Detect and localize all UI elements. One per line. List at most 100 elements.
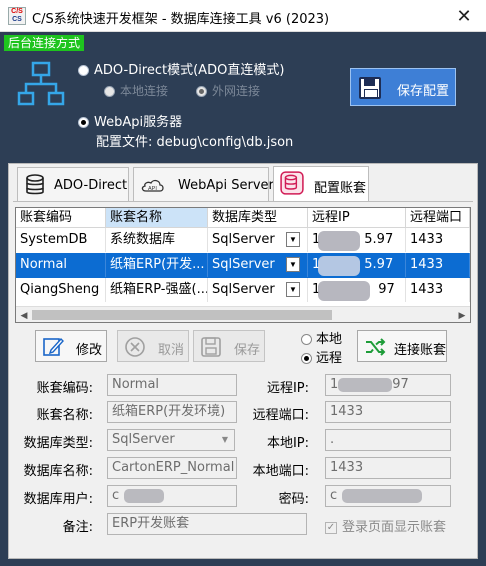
remark-field[interactable]: ERP开发账套 — [107, 513, 307, 535]
tab-ado-direct-label: ADO-Direct — [54, 178, 128, 193]
account-name-field[interactable]: 纸箱ERP(开发环境) — [107, 401, 237, 423]
tab-divider — [13, 201, 473, 202]
tab-ado-direct[interactable]: ADO-Direct — [17, 167, 129, 201]
local-connection-radio[interactable] — [104, 86, 115, 97]
main-panel: ADO-Direct API WebApi Server 配置账套 账套编码 账… — [8, 163, 478, 559]
password-label: 密码: — [278, 492, 309, 507]
ado-direct-radio[interactable] — [78, 65, 89, 76]
scroll-left-icon[interactable]: ◀ — [17, 308, 31, 322]
remote-port-label: 远程端口: — [252, 408, 309, 423]
account-code-label: 账套编码: — [36, 381, 93, 396]
remark-label: 备注: — [62, 520, 93, 535]
remote-ip-label: 远程IP: — [266, 381, 309, 396]
db-user-field[interactable]: c — [107, 485, 237, 507]
external-connection-label: 外网连接 — [212, 84, 261, 98]
table-row-selected[interactable]: Normal 纸箱ERP(开发... SqlServer ▼ 1 5.97 143… — [16, 253, 470, 278]
cell-name: 纸箱ERP(开发... — [106, 253, 208, 277]
database-config-icon — [280, 171, 304, 195]
column-header-remote-port[interactable]: 远程端口 — [406, 208, 470, 228]
edit-label: 修改 — [76, 343, 103, 358]
local-ip-field[interactable]: . — [325, 429, 451, 451]
show-account-checkbox[interactable]: ✓ 登录页面显示账套 — [325, 516, 446, 535]
remote-ip-field[interactable]: 1 97 — [325, 374, 451, 396]
cell-remote-port: 1433 — [406, 253, 470, 277]
chevron-down-icon: ▼ — [289, 235, 297, 244]
db-type-select[interactable]: SqlServer ▼ — [107, 429, 235, 451]
column-header-name[interactable]: 账套名称 — [106, 208, 208, 228]
local-connection-label: 本地连接 — [120, 84, 169, 98]
svg-text:API: API — [148, 186, 157, 192]
dbtype-dropdown-button[interactable]: ▼ — [286, 257, 300, 272]
config-file-line: 配置文件: debug\config\db.json — [96, 131, 293, 150]
close-button[interactable]: ✕ — [452, 4, 476, 28]
column-header-dbtype[interactable]: 数据库类型 — [208, 208, 308, 228]
external-connection-option[interactable]: 外网连接 — [196, 82, 260, 99]
cell-remote-ip-suffix: 97 — [378, 282, 395, 297]
redaction-blur — [124, 489, 164, 503]
password-value: c — [330, 488, 338, 503]
account-code-field[interactable]: Normal — [107, 374, 237, 396]
remote-port-field[interactable]: 1433 — [325, 401, 451, 423]
column-header-remote-ip[interactable]: 远程IP — [308, 208, 406, 228]
horizontal-scrollbar[interactable]: ◀ ▶ — [16, 306, 470, 322]
cell-remote-port: 1433 — [406, 278, 470, 302]
app-logo-text-top: C/S — [11, 8, 23, 15]
checkbox-checked-icon[interactable]: ✓ — [325, 521, 337, 534]
edit-button[interactable]: 修改 — [35, 330, 107, 362]
ado-direct-option[interactable]: ADO-Direct模式(ADO直连模式) — [78, 59, 284, 78]
connect-account-label: 连接账套 — [394, 343, 447, 358]
config-file-path: debug\config\db.json — [156, 135, 294, 150]
db-user-label: 数据库用户: — [23, 492, 93, 507]
db-name-field[interactable]: CartonERP_Normal — [107, 457, 237, 479]
webapi-server-radio[interactable] — [78, 117, 89, 128]
location-remote-label: 远程 — [316, 351, 343, 366]
local-port-field[interactable]: 1433 — [325, 457, 451, 479]
tab-config-account[interactable]: 配置账套 — [273, 166, 369, 202]
column-header-code[interactable]: 账套编码 — [16, 208, 106, 228]
shuffle-connect-icon — [366, 338, 386, 356]
webapi-server-option[interactable]: WebApi服务器 — [78, 111, 182, 130]
title-bar: C/S CS C/S系统快速开发框架 - 数据库连接工具 v6 (2023) ✕ — [0, 0, 486, 32]
table-row[interactable]: SystemDB 系统数据库 SqlServer ▼ 1 5.97 1433 — [16, 228, 470, 253]
cancel-button[interactable]: 取消 — [117, 330, 189, 362]
cell-remote-port: 1433 — [406, 228, 470, 252]
location-remote-option[interactable]: 远程 — [301, 347, 342, 366]
save-config-label: 保存配置 — [397, 84, 450, 99]
location-local-option[interactable]: 本地 — [301, 328, 342, 347]
app-logo-text-bottom: CS — [12, 16, 22, 23]
cell-name: 系统数据库 — [106, 228, 208, 252]
cancel-icon — [125, 337, 145, 357]
tab-webapi-server[interactable]: API WebApi Server — [133, 167, 274, 201]
redaction-blur — [342, 489, 422, 503]
database-icon — [26, 174, 44, 195]
table-row[interactable]: QiangSheng 纸箱ERP-强盛(... SqlServer ▼ 1 97 … — [16, 278, 470, 303]
connection-mode-badge: 后台连接方式 — [4, 35, 85, 51]
local-connection-option[interactable]: 本地连接 — [104, 82, 168, 99]
password-field[interactable]: c — [325, 485, 451, 507]
account-grid[interactable]: 账套编码 账套名称 数据库类型 远程IP 远程端口 SystemDB 系统数据库… — [15, 207, 471, 323]
close-icon[interactable]: ✕ — [456, 6, 471, 26]
location-remote-radio[interactable] — [301, 353, 312, 364]
app-logo-icon: C/S CS — [8, 7, 26, 25]
redaction-blur — [318, 281, 370, 301]
show-account-label: 登录页面显示账套 — [342, 520, 447, 535]
scroll-right-icon[interactable]: ▶ — [455, 308, 469, 322]
save-config-button[interactable]: 保存配置 — [350, 68, 456, 106]
dbtype-dropdown-button[interactable]: ▼ — [286, 232, 300, 247]
db-user-value: c — [112, 488, 120, 503]
floppy-disk-icon — [359, 77, 381, 99]
connect-account-button[interactable]: 连接账套 — [357, 330, 447, 362]
webapi-server-label: WebApi服务器 — [94, 115, 183, 130]
cancel-label: 取消 — [158, 343, 185, 358]
app-window: C/S CS C/S系统快速开发框架 - 数据库连接工具 v6 (2023) ✕… — [0, 0, 486, 566]
location-local-radio[interactable] — [301, 334, 312, 345]
window-title: C/S系统快速开发框架 - 数据库连接工具 v6 (2023) — [32, 12, 330, 27]
edit-icon — [43, 337, 64, 356]
save-button[interactable]: 保存 — [193, 330, 265, 362]
external-connection-radio[interactable] — [196, 86, 207, 97]
dbtype-dropdown-button[interactable]: ▼ — [286, 282, 300, 297]
chevron-down-icon: ▼ — [289, 260, 297, 269]
config-file-label: 配置文件: — [96, 135, 153, 150]
scrollbar-thumb[interactable] — [32, 310, 332, 320]
redaction-blur — [338, 378, 392, 392]
